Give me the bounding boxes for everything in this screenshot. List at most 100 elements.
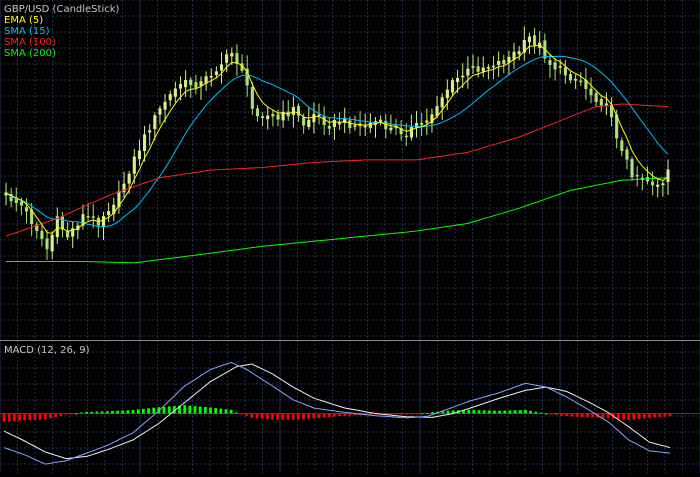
macd-histogram-bar (240, 413, 243, 415)
macd-histogram-bar (317, 413, 321, 418)
macd-histogram-bar (389, 413, 393, 415)
macd-histogram-bar (85, 411, 89, 414)
macd-histogram-bar (410, 413, 414, 415)
macd-histogram-bar (425, 413, 429, 415)
macd-histogram-bar (33, 413, 37, 420)
candle-body (563, 67, 567, 76)
legend-ema5: EMA (5) (4, 15, 43, 26)
macd-histogram-bar (585, 413, 589, 418)
macd-histogram-bar (544, 413, 548, 415)
candle-body (55, 216, 59, 238)
macd-histogram-bar (529, 410, 533, 414)
candle-body (574, 79, 578, 81)
candle-body (291, 107, 295, 115)
macd-histogram-bar (286, 413, 290, 420)
candle-body (527, 36, 531, 43)
macd-histogram-bar (219, 408, 223, 414)
candle-body (445, 89, 449, 98)
macd-histogram-bar (322, 413, 326, 418)
macd-histogram-bar (498, 410, 502, 414)
macd-histogram-bar (38, 413, 42, 420)
macd-histogram-bar (111, 411, 114, 414)
legend-sma100: SMA (100) (4, 37, 56, 48)
macd-histogram-bar (333, 413, 336, 417)
candle-body (389, 127, 393, 131)
macd-histogram-bar (307, 413, 311, 419)
macd-histogram-bar (234, 412, 238, 414)
candle-body (214, 71, 218, 76)
candle-body (363, 125, 367, 128)
candle-body (173, 88, 177, 97)
candle-body (476, 66, 480, 72)
macd-histogram-bar (214, 408, 218, 414)
macd-histogram-bar (560, 413, 563, 416)
macd-histogram-bar (188, 405, 192, 414)
macd-histogram-bar (591, 413, 594, 418)
macd-histogram-bar (513, 410, 517, 414)
macd-histogram-bar (601, 413, 605, 418)
macd-histogram-bar (193, 406, 197, 414)
macd-histogram-bar (224, 409, 228, 414)
macd-histogram-bar (663, 413, 667, 417)
macd-histogram-bar (415, 413, 419, 415)
candle-body (219, 64, 224, 71)
candle-body (178, 84, 183, 89)
candle-body (481, 67, 485, 72)
macd-histogram-bar (524, 409, 527, 414)
macd-histogram-bar (183, 405, 187, 414)
candle-body (19, 201, 23, 206)
candle-body (553, 62, 557, 70)
candle-body (225, 54, 229, 63)
macd-histogram-bar (209, 407, 212, 414)
macd-histogram-bar (446, 410, 450, 414)
candle-body (209, 75, 213, 78)
macd-histogram-bar (49, 413, 52, 419)
candle-body (158, 108, 162, 115)
macd-histogram-bar (7, 413, 11, 422)
price-chart-svg: GBP/USD (CandleStick) EMA (5) SMA (15) S… (0, 0, 700, 473)
macd-histogram-bar (90, 411, 94, 414)
macd-histogram-bar (482, 410, 486, 414)
candle-body (594, 93, 598, 103)
candle-body (163, 101, 167, 110)
macd-histogram-bar (653, 413, 656, 418)
candle-body (276, 114, 280, 120)
candle-body (322, 116, 326, 126)
macd-histogram-bar (420, 413, 424, 415)
macd-histogram-bar (116, 410, 119, 414)
macd-histogram-bar (74, 413, 78, 415)
macd-histogram-bar (668, 413, 672, 417)
macd-histogram-bar (296, 413, 300, 420)
candle-body (630, 159, 634, 178)
candle-body (45, 238, 49, 250)
candle-body (517, 51, 521, 55)
macd-histogram-bar (2, 413, 6, 422)
macd-histogram-bar (100, 411, 104, 414)
macd-histogram-bar (245, 413, 249, 416)
candle-body (450, 80, 455, 93)
candle-body (440, 97, 444, 108)
macd-histogram-bar (405, 413, 409, 415)
macd-histogram-bar (518, 410, 522, 414)
macd-histogram-bar (487, 410, 491, 414)
candle-body (666, 169, 670, 183)
candle-body (471, 66, 475, 68)
macd-histogram-bar (467, 409, 471, 414)
macd-histogram-bar (265, 413, 269, 420)
macd-histogram-bar (616, 413, 620, 420)
candle-body (461, 75, 465, 78)
macd-histogram-bar (136, 409, 140, 414)
legend-sma200: SMA (200) (4, 48, 56, 59)
macd-histogram-bar (343, 413, 347, 416)
legend-sma15: SMA (15) (4, 26, 50, 37)
candle-body (101, 216, 106, 227)
macd-histogram-bar (18, 413, 21, 421)
candle-body (143, 134, 147, 152)
candle-body (184, 80, 188, 88)
macd-histogram-bar (658, 413, 662, 418)
candle-body (625, 149, 629, 160)
macd-histogram-bar (12, 413, 16, 422)
candle-body (137, 150, 141, 159)
candle-body (86, 216, 90, 218)
candle-body (548, 60, 552, 65)
